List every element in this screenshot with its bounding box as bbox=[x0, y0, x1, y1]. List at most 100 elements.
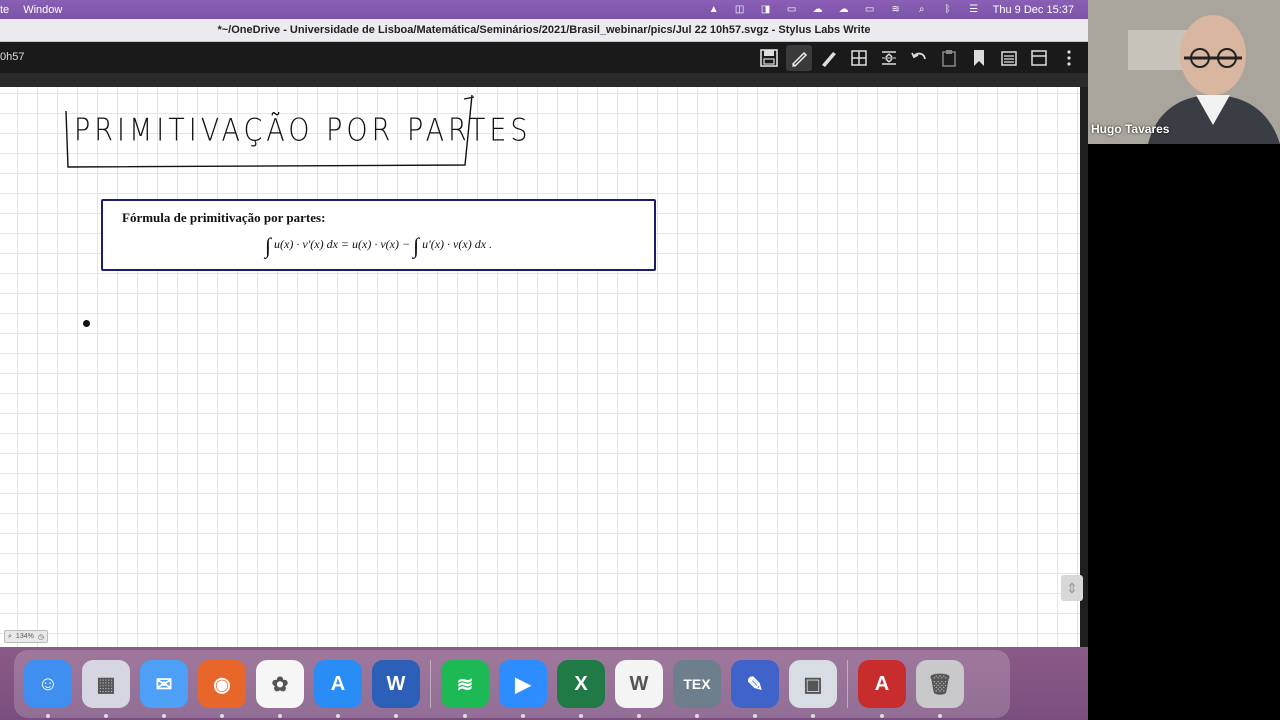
highlighter-icon bbox=[822, 52, 836, 67]
bluetooth-icon[interactable]: ᛒ bbox=[941, 4, 955, 16]
bullet-point bbox=[83, 320, 90, 327]
document-tab-label[interactable]: 0h57 bbox=[0, 51, 24, 63]
participant-video[interactable]: Hugo Tavares bbox=[1088, 0, 1280, 144]
window-title: *~/OneDrive - Universidade de Lisboa/Mat… bbox=[217, 24, 871, 36]
dock-app-excel[interactable]: X bbox=[557, 660, 605, 718]
document-list-button[interactable] bbox=[996, 45, 1022, 71]
integral-sign: ∫ bbox=[413, 233, 420, 258]
running-indicator bbox=[104, 714, 108, 718]
canvas-side-gutter bbox=[1080, 87, 1088, 647]
formula-rhs: u′(x) · v(x) dx . bbox=[422, 237, 493, 251]
battery-icon[interactable]: ▭ bbox=[863, 4, 877, 16]
more-menu-button[interactable] bbox=[1056, 45, 1082, 71]
menu-item-window[interactable]: Window bbox=[23, 4, 62, 16]
dock-app-texshop[interactable]: TEX bbox=[673, 660, 721, 718]
running-indicator bbox=[463, 714, 467, 718]
running-indicator bbox=[278, 714, 282, 718]
onenote-icon[interactable]: ◨ bbox=[759, 4, 773, 16]
spotlight-icon[interactable]: ⌕ bbox=[915, 4, 929, 16]
participant-name: Hugo Tavares bbox=[1091, 122, 1170, 136]
zoom-level: 134% bbox=[15, 633, 34, 640]
dock-app-finder[interactable]: ☺ bbox=[24, 660, 72, 718]
scroll-handle[interactable]: ⇕ bbox=[1061, 575, 1083, 601]
undo-icon bbox=[911, 52, 926, 60]
video-panel: Hugo Tavares bbox=[1088, 0, 1280, 720]
document-icon bbox=[1001, 51, 1017, 66]
bookmark-button[interactable] bbox=[966, 45, 992, 71]
dock-app-acrobat[interactable]: A bbox=[858, 660, 906, 718]
highlighter-tool-button[interactable] bbox=[816, 45, 842, 71]
bookmark-icon bbox=[974, 50, 984, 66]
dock-app-trash[interactable]: 🗑 bbox=[916, 660, 964, 718]
running-indicator bbox=[46, 714, 50, 718]
control-center-icon[interactable]: ☰ bbox=[967, 4, 981, 16]
evernote-icon[interactable]: ◫ bbox=[733, 4, 747, 16]
save-icon bbox=[760, 49, 778, 67]
menu-bar: te Window ▲ ◫ ◨ ▭ ☁ ☁ ▭ ≋ ⌕ ᛒ ☰ Thu 9 De… bbox=[0, 0, 1088, 19]
mail-icon: ✉ bbox=[155, 673, 173, 696]
dock-app-mail[interactable]: ✉ bbox=[140, 660, 188, 718]
more-icon bbox=[1067, 50, 1071, 66]
handwritten-title: PRIMITIVAÇÃO POR PARTES bbox=[74, 113, 532, 149]
layout-icon bbox=[1031, 50, 1047, 66]
running-indicator bbox=[695, 714, 699, 718]
screen: te Window ▲ ◫ ◨ ▭ ☁ ☁ ▭ ≋ ⌕ ᛒ ☰ Thu 9 De… bbox=[0, 0, 1280, 720]
running-indicator bbox=[579, 714, 583, 718]
dock-app-photos[interactable]: ✿ bbox=[256, 660, 304, 718]
dock-app-spotify[interactable]: ≋ bbox=[441, 660, 489, 718]
pen-tool-button[interactable] bbox=[786, 45, 812, 71]
zoom-icon: ▶ bbox=[515, 673, 531, 696]
running-indicator bbox=[880, 714, 884, 718]
excel-icon: X bbox=[574, 672, 588, 695]
dock-separator bbox=[847, 660, 848, 708]
formula-lhs: u(x) · v′(x) dx = u(x) · v(x) − bbox=[274, 237, 411, 251]
running-indicator bbox=[336, 714, 340, 718]
dock-app-word[interactable]: W bbox=[372, 660, 420, 718]
cloud-sync-icon[interactable]: ☁ bbox=[811, 4, 825, 16]
select-icon bbox=[851, 50, 867, 66]
undo-button[interactable] bbox=[906, 45, 932, 71]
photos-icon: ✿ bbox=[271, 673, 289, 696]
dock-app-preview[interactable]: ▣ bbox=[789, 660, 837, 718]
running-indicator bbox=[162, 714, 166, 718]
select-tool-button[interactable] bbox=[846, 45, 872, 71]
finder-icon: ☺ bbox=[37, 672, 59, 695]
integral-sign: ∫ bbox=[264, 233, 271, 258]
stylus-labs-write-icon: W bbox=[629, 672, 649, 695]
dock-app-launchpad[interactable]: ▦ bbox=[82, 660, 130, 718]
spotify-icon: ≋ bbox=[456, 673, 474, 696]
trash-icon: 🗑 bbox=[927, 673, 953, 696]
icloud-icon[interactable]: ☁ bbox=[837, 4, 851, 16]
accessibility-icon[interactable]: ▲ bbox=[707, 4, 721, 16]
formula-box: Fórmula de primitivação por partes: ∫ u(… bbox=[101, 199, 656, 271]
menu-clock[interactable]: Thu 9 Dec 15:37 bbox=[993, 4, 1074, 16]
clipboard-icon bbox=[942, 50, 956, 67]
dock-app-firefox[interactable]: ◉ bbox=[198, 660, 246, 718]
magnifier-icon: ⌕ bbox=[8, 632, 12, 640]
save-button[interactable] bbox=[756, 45, 782, 71]
status-area: ▲ ◫ ◨ ▭ ☁ ☁ ▭ ≋ ⌕ ᛒ ☰ Thu 9 Dec 15:37 bbox=[707, 0, 1074, 19]
pencil-icon: ✎ bbox=[746, 673, 764, 696]
running-indicator bbox=[753, 714, 757, 718]
formula-title: Fórmula de primitivação por partes: bbox=[122, 210, 326, 225]
running-indicator bbox=[637, 714, 641, 718]
dock-app-stylus-labs-write[interactable]: W bbox=[615, 660, 663, 718]
clipboard-button[interactable] bbox=[936, 45, 962, 71]
screen-mirror-icon[interactable]: ▭ bbox=[785, 4, 799, 16]
page-layout-button[interactable] bbox=[1026, 45, 1052, 71]
zoom-indicator[interactable]: ⌕ 134% ◷ bbox=[4, 630, 48, 643]
acrobat-icon: A bbox=[874, 672, 890, 695]
dock-app-app-store[interactable]: A bbox=[314, 660, 362, 718]
drawing-canvas[interactable]: PRIMITIVAÇÃO POR PARTES Fórmula de primi… bbox=[0, 87, 1080, 647]
running-indicator bbox=[811, 714, 815, 718]
clock-icon[interactable]: ◷ bbox=[38, 633, 44, 641]
integration-by-parts-formula: ∫ u(x) · v′(x) dx = u(x) · v(x) − ∫ u′(x… bbox=[103, 233, 654, 259]
insert-space-button[interactable] bbox=[876, 45, 902, 71]
canvas-top-border bbox=[0, 73, 1088, 87]
menu-item-edit[interactable]: te bbox=[0, 4, 9, 16]
wifi-icon[interactable]: ≋ bbox=[889, 4, 903, 16]
word-icon: W bbox=[386, 672, 406, 695]
dock-app-zoom[interactable]: ▶ bbox=[499, 660, 547, 718]
running-indicator bbox=[220, 714, 224, 718]
dock-app-pencil[interactable]: ✎ bbox=[731, 660, 779, 718]
